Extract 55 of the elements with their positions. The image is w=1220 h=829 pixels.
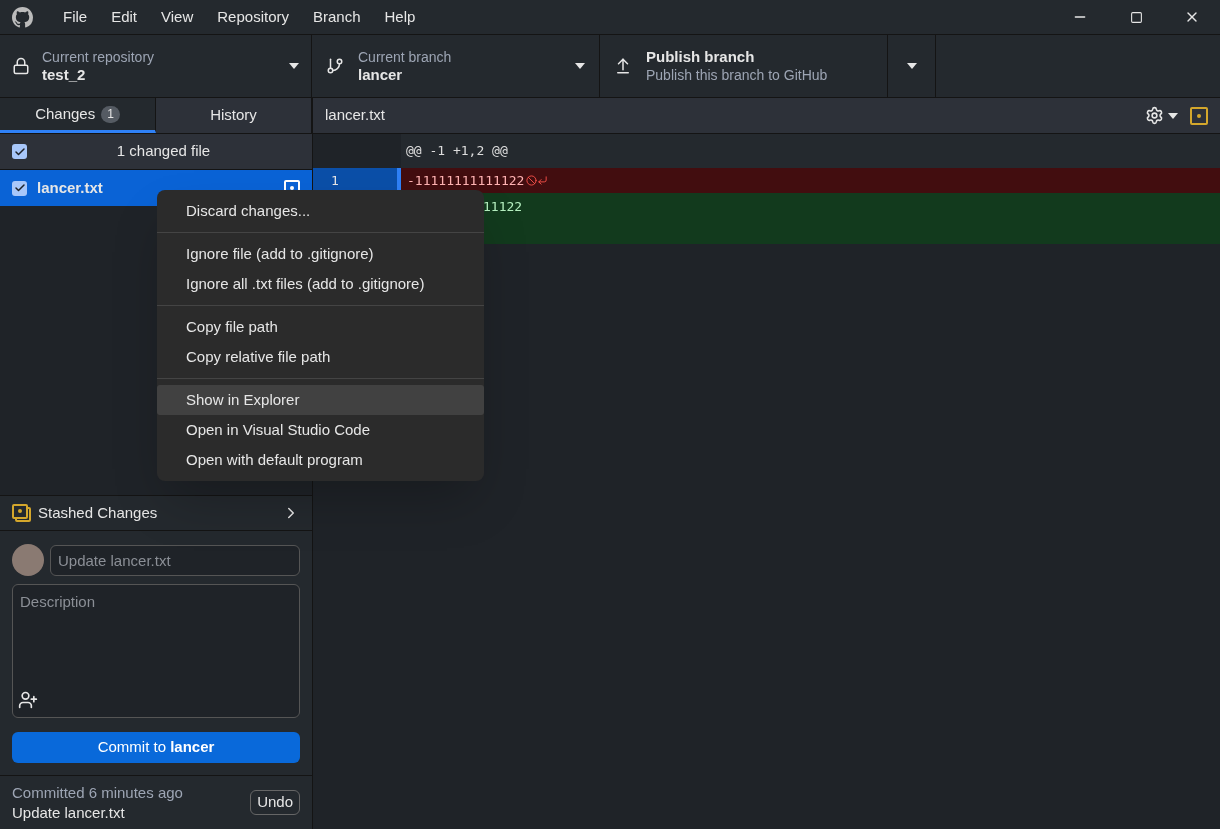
context-menu-item[interactable]: Copy relative file path — [157, 342, 484, 372]
sidebar-tab[interactable]: Changes 1 — [0, 98, 156, 133]
caret-icon — [289, 63, 299, 69]
caret-icon — [575, 63, 585, 69]
publish-subtitle: Publish this branch to GitHub — [646, 66, 829, 84]
menu-bar-item[interactable]: Repository — [205, 1, 301, 33]
commit-message: Update lancer.txt — [12, 802, 126, 823]
branch-selector[interactable]: Current branch lancer — [312, 35, 600, 97]
file-name: lancer.txt — [37, 177, 104, 198]
selector-label: Current repository — [42, 48, 156, 66]
context-menu-item[interactable]: Copy file path — [157, 312, 484, 342]
description-field[interactable]: Description — [12, 584, 300, 718]
commit-button[interactable]: Commit to lancer — [12, 732, 300, 763]
selector-label: Current branch — [358, 48, 453, 66]
stashed-changes-bar[interactable]: Stashed Changes — [0, 495, 312, 531]
repository-selector[interactable]: Current repository test_2 — [0, 35, 312, 97]
context-menu-item[interactable]: Open in Visual Studio Code — [157, 415, 484, 445]
checkbox[interactable] — [12, 180, 27, 196]
stashed-changes-label: Stashed Changes — [38, 502, 159, 523]
upload-arrow-icon — [614, 57, 632, 75]
checkbox[interactable] — [12, 144, 27, 159]
avatar — [12, 544, 44, 576]
github-logo-icon — [12, 6, 33, 28]
menu-bar-item[interactable]: Branch — [301, 1, 373, 33]
changed-files-summary: 1 changed file — [115, 141, 212, 162]
diff-line-text: 11122 — [482, 198, 523, 216]
modified-file-icon — [1190, 106, 1208, 125]
no-newline-icon — [526, 175, 549, 186]
context-menu-item[interactable]: Open with default program — [157, 445, 484, 475]
commit-summary-field[interactable]: Update lancer.txt — [50, 544, 300, 576]
commit-time: Committed 6 minutes ago — [12, 782, 184, 803]
undo-button[interactable]: Undo — [250, 790, 300, 815]
publish-title: Publish branch — [646, 48, 756, 66]
caret-icon — [1168, 112, 1178, 119]
context-menu-item[interactable]: Ignore file (add to .gitignore) — [157, 239, 484, 269]
context-menu-item[interactable]: Ignore all .txt files (add to .gitignore) — [157, 269, 484, 299]
diff-file-name: lancer.txt — [325, 105, 387, 126]
menu-bar-item[interactable]: File — [51, 1, 100, 33]
publish-branch-button[interactable]: Publish branch Publish this branch to GitHub — [600, 35, 888, 97]
menu-bar-item[interactable]: Edit — [99, 1, 150, 33]
context-menu-item[interactable]: Show in Explorer — [157, 385, 484, 415]
hunk-header: @@ -1 +1,2 @@ — [405, 142, 508, 161]
stash-icon — [12, 503, 32, 523]
add-coauthor-icon[interactable] — [18, 690, 38, 710]
lock-icon — [12, 57, 30, 75]
menu-bar-item[interactable]: View — [149, 1, 206, 33]
caret-icon — [906, 63, 917, 69]
sidebar-tab[interactable]: History — [156, 98, 312, 133]
branch-name: lancer — [358, 66, 404, 84]
count-badge: 1 — [101, 105, 120, 123]
settings-icon[interactable] — [1145, 106, 1164, 125]
menu-bar-item[interactable]: Help — [372, 1, 428, 33]
repository-name: test_2 — [42, 66, 87, 84]
branch-icon — [326, 57, 344, 75]
diff-line-text: -11111111111122 — [401, 168, 549, 193]
